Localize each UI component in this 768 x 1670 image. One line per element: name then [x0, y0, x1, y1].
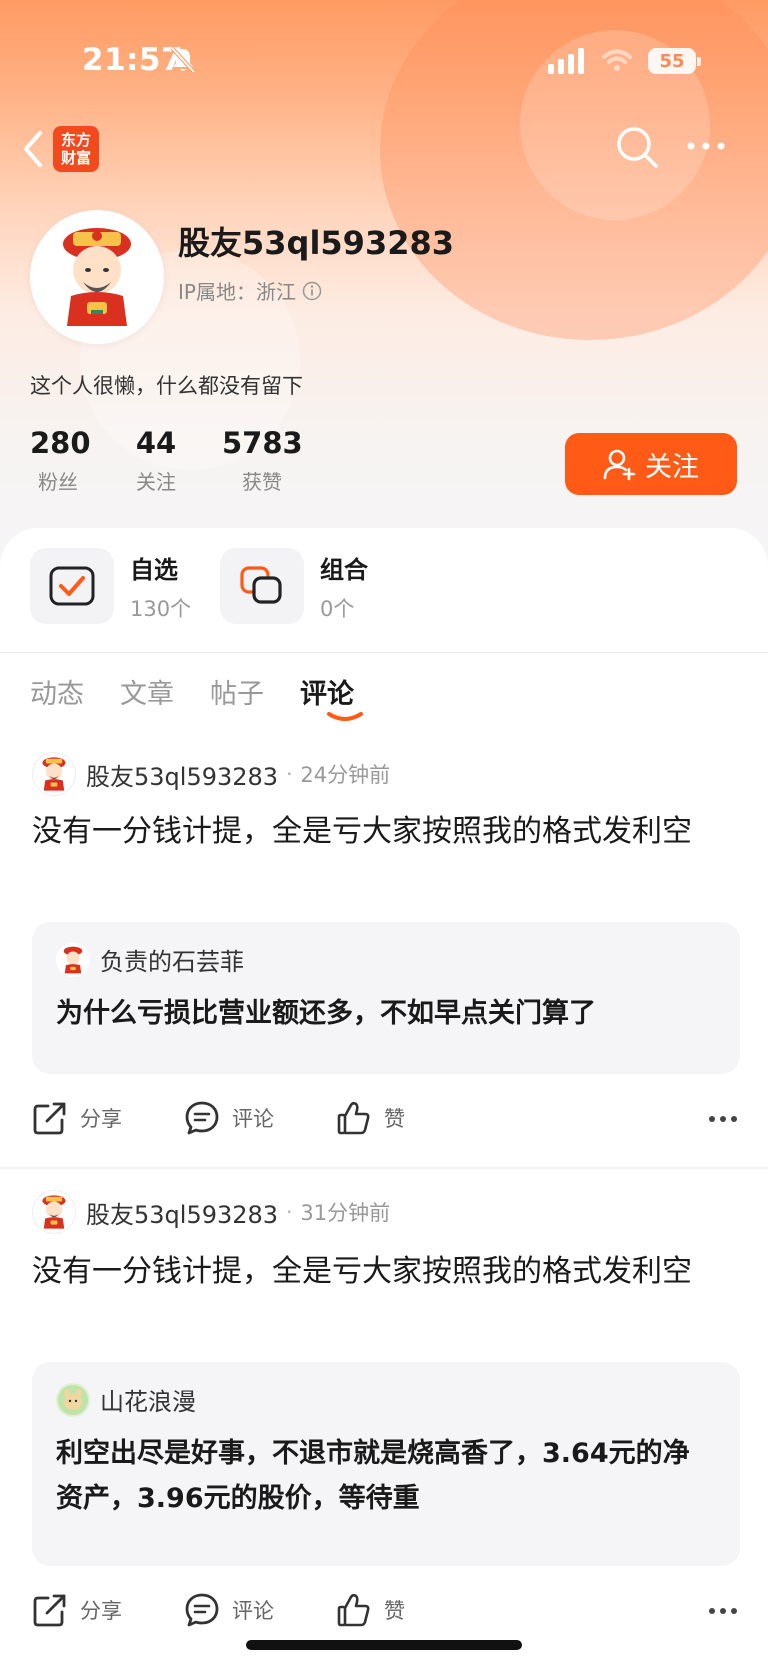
like-label: 赞	[384, 1107, 405, 1131]
like-button[interactable]: 赞	[336, 1592, 405, 1628]
username: 股友53ql593283	[178, 224, 455, 262]
share-button[interactable]: 分享	[32, 1592, 122, 1628]
comment-icon	[185, 1593, 219, 1627]
search-icon[interactable]	[614, 124, 660, 170]
status-time: 21:57	[82, 42, 184, 78]
content-tabs: 动态 文章 帖子 评论	[30, 672, 354, 711]
shortcut-icon-box	[220, 548, 304, 624]
separator-dot: ·	[286, 1200, 293, 1224]
shortcut-title: 自选	[130, 555, 178, 584]
shortcut-watchlist[interactable]: 自选 130个	[30, 548, 191, 624]
comment-label: 评论	[232, 1599, 274, 1623]
post-actions: 分享 评论 赞	[32, 1100, 738, 1144]
quoted-author-avatar[interactable]	[56, 942, 90, 977]
post-author-avatar[interactable]	[32, 752, 76, 796]
thumbs-up-icon	[337, 1593, 370, 1627]
caishen-mascot-icon	[42, 1195, 66, 1229]
add-user-icon	[603, 449, 636, 481]
comment-button[interactable]: 评论	[184, 1100, 274, 1136]
stat-label: 获赞	[242, 470, 282, 494]
section-divider	[0, 652, 768, 653]
stat-following[interactable]: 44 关注	[128, 426, 184, 495]
tab-updates[interactable]: 动态	[30, 672, 84, 711]
caishen-mascot-icon	[63, 228, 131, 326]
share-label: 分享	[80, 1599, 122, 1623]
separator-dot: ·	[286, 762, 293, 786]
post-author-name[interactable]: 股友53ql593283	[86, 1195, 278, 1230]
active-tab-indicator	[327, 712, 363, 721]
checkmark-square-icon	[49, 566, 95, 606]
share-icon	[33, 1102, 66, 1135]
quoted-author-name[interactable]: 山花浪漫	[100, 1382, 196, 1417]
caishen-mascot-icon	[63, 946, 83, 973]
back-icon[interactable]	[18, 128, 48, 170]
shortcut-portfolio[interactable]: 组合 0个	[220, 548, 368, 624]
quoted-comment[interactable]: 负责的石芸菲 为什么亏损比营业额还多，不如早点关门算了	[32, 922, 740, 1074]
post-header: 股友53ql593283 · 31分钟前	[32, 1190, 390, 1234]
stat-value: 5783	[222, 426, 303, 460]
comment-icon	[185, 1101, 219, 1135]
post-author-name[interactable]: 股友53ql593283	[86, 757, 278, 792]
like-button[interactable]: 赞	[336, 1100, 405, 1136]
tab-posts[interactable]: 帖子	[210, 672, 264, 711]
app-logo: 东方财富	[53, 126, 99, 172]
quoted-text: 利空出尽是好事，不退市就是烧高香了，3.64元的净资产，3.96元的股价，等待重	[56, 1438, 690, 1514]
ip-location-row: IP属地：浙江	[178, 276, 322, 305]
more-icon[interactable]	[708, 1606, 738, 1616]
wifi-icon	[602, 49, 632, 71]
tab-comments[interactable]: 评论	[300, 672, 354, 711]
bell-muted-icon	[170, 46, 196, 74]
overlapping-squares-icon	[240, 566, 282, 604]
stat-likes[interactable]: 5783 获赞	[222, 426, 303, 495]
info-icon[interactable]	[302, 281, 322, 301]
user-bio: 这个人很懒，什么都没有留下	[30, 374, 303, 398]
stat-value: 44	[135, 426, 177, 460]
share-button[interactable]: 分享	[32, 1100, 122, 1136]
more-options-icon[interactable]	[686, 138, 726, 154]
share-label: 分享	[80, 1107, 122, 1131]
post-header: 股友53ql593283 · 24分钟前	[32, 752, 390, 796]
shortcut-title: 组合	[320, 555, 368, 584]
home-indicator[interactable]	[246, 1640, 522, 1650]
battery-tip	[697, 57, 701, 66]
post-body[interactable]: 没有一分钱计提，全是亏大家按照我的格式发利空	[32, 1248, 732, 1295]
stat-label: 关注	[136, 470, 176, 494]
shortcut-icon-box	[30, 548, 114, 624]
quoted-comment[interactable]: 山花浪漫 利空出尽是好事，不退市就是烧高香了，3.64元的净资产，3.96元的股…	[32, 1362, 740, 1566]
like-label: 赞	[384, 1599, 405, 1623]
comment-button[interactable]: 评论	[184, 1592, 274, 1628]
caishen-mascot-icon	[42, 757, 66, 791]
ip-location: IP属地：浙江	[178, 280, 296, 304]
share-icon	[33, 1594, 66, 1627]
battery-indicator: 55	[648, 48, 696, 74]
follow-button-label: 关注	[645, 451, 699, 483]
quoted-author-name[interactable]: 负责的石芸菲	[100, 942, 244, 977]
shortcut-count: 0个	[320, 596, 355, 621]
post-body[interactable]: 没有一分钱计提，全是亏大家按照我的格式发利空	[32, 808, 732, 855]
comment-label: 评论	[232, 1107, 274, 1131]
post-divider	[0, 1167, 768, 1169]
thumbs-up-icon	[337, 1101, 370, 1135]
shortcut-count: 130个	[130, 596, 192, 621]
more-icon[interactable]	[708, 1114, 738, 1124]
cartoon-animal-avatar-icon	[58, 1384, 88, 1415]
post-author-avatar[interactable]	[32, 1190, 76, 1234]
stat-followers[interactable]: 280 粉丝	[30, 426, 91, 495]
quoted-text: 为什么亏损比营业额还多，不如早点关门算了	[56, 998, 596, 1029]
post-time: 24分钟前	[300, 763, 391, 787]
quoted-author-avatar[interactable]	[56, 1382, 90, 1417]
user-avatar[interactable]	[30, 210, 164, 344]
post-time: 31分钟前	[300, 1201, 391, 1225]
cellular-signal-icon	[548, 48, 584, 74]
follow-button[interactable]: 关注	[565, 433, 737, 495]
tab-articles[interactable]: 文章	[120, 672, 174, 711]
post-actions: 分享 评论 赞	[32, 1592, 738, 1636]
stat-label: 粉丝	[38, 470, 78, 494]
stat-value: 280	[30, 426, 91, 460]
